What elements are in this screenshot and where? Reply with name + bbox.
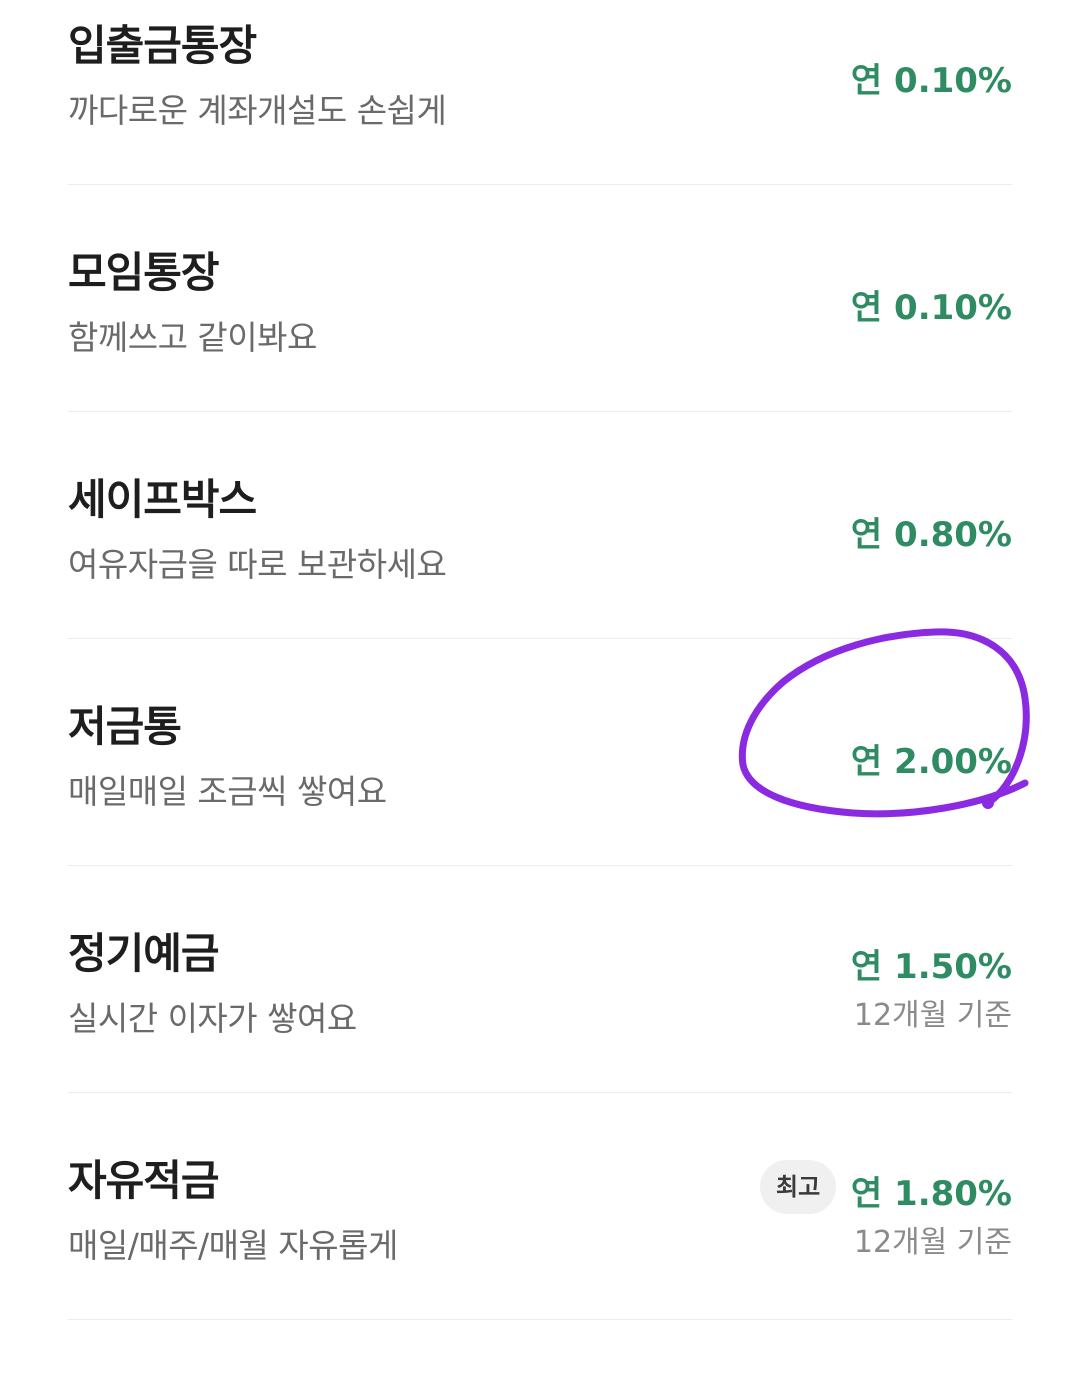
list-item-group-account[interactable]: 모임통장 함께쓰고 같이봐요 연 0.10% (68, 185, 1012, 412)
product-description: 여유자금을 따로 보관하세요 (68, 545, 447, 584)
interest-rate: 연 0.10% (850, 288, 1012, 328)
product-title: 저금통 (68, 702, 182, 751)
product-title: 입출금통장 (68, 21, 257, 70)
list-item-checking-account[interactable]: 입출금통장 까다로운 계좌개설도 손쉽게 연 0.10% (68, 0, 1012, 185)
rate-period: 12개월 기준 (853, 998, 1012, 1033)
product-title: 자유적금 (68, 1156, 220, 1205)
product-description: 함께쓰고 같이봐요 (68, 318, 317, 357)
product-description: 매일매일 조금씩 쌓여요 (68, 772, 387, 811)
rate-period: 12개월 기준 (853, 1225, 1012, 1260)
product-title: 모임통장 (68, 248, 220, 297)
interest-rate: 연 1.50% (850, 947, 1012, 987)
list-item-free-savings[interactable]: 자유적금 매일/매주/매월 자유롭게 최고 연 1.80% 12개월 기준 (68, 1093, 1012, 1320)
product-description: 매일/매주/매월 자유롭게 (68, 1226, 398, 1265)
list-item-safe-box[interactable]: 세이프박스 여유자금을 따로 보관하세요 연 0.80% (68, 412, 1012, 639)
interest-rate: 연 0.10% (850, 61, 1012, 101)
product-title: 정기예금 (68, 929, 220, 978)
product-description: 까다로운 계좌개설도 손쉽게 (68, 91, 447, 130)
best-rate-badge: 최고 (760, 1160, 837, 1214)
interest-rate: 연 2.00% (850, 742, 1012, 782)
product-description: 실시간 이자가 쌓여요 (68, 999, 357, 1038)
interest-rate: 연 0.80% (850, 515, 1012, 555)
product-title: 세이프박스 (68, 475, 257, 524)
interest-rate: 연 1.80% (850, 1174, 1012, 1214)
list-item-fixed-deposit[interactable]: 정기예금 실시간 이자가 쌓여요 연 1.50% 12개월 기준 (68, 866, 1012, 1093)
list-item-piggy-bank[interactable]: 저금통 매일매일 조금씩 쌓여요 연 2.00% (68, 639, 1012, 866)
savings-product-list: 입출금통장 까다로운 계좌개설도 손쉽게 연 0.10% 모임통장 함께쓰고 같… (68, 0, 1012, 1320)
